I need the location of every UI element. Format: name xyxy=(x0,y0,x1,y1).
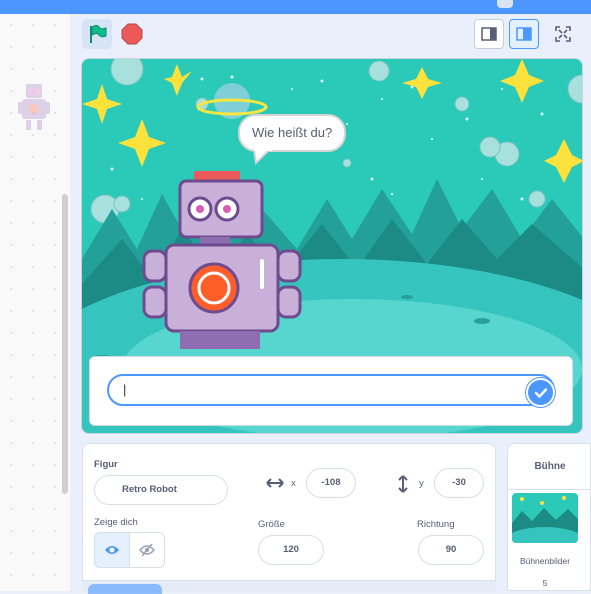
ask-answer-input[interactable]: | xyxy=(107,374,555,406)
y-position-input[interactable]: -30 xyxy=(434,468,484,498)
green-flag-icon xyxy=(90,25,107,43)
backdrops-count: 5 xyxy=(542,578,548,588)
speech-bubble: Wie heißt du? xyxy=(238,114,347,152)
stop-button[interactable] xyxy=(117,19,147,49)
eye-hidden-icon xyxy=(139,543,155,557)
menu-bar xyxy=(0,0,591,14)
stage-selector-panel[interactable]: Bühne Bühnenbilder 5 xyxy=(507,443,591,591)
backdrop-thumbnail[interactable] xyxy=(512,493,578,543)
x-position-input[interactable]: -108 xyxy=(306,468,356,498)
account-icon[interactable] xyxy=(497,0,513,8)
show-label: Zeige dich xyxy=(94,517,138,528)
size-label: Größe xyxy=(258,519,285,530)
size-input[interactable]: 120 xyxy=(258,535,324,565)
code-area[interactable] xyxy=(0,14,71,591)
normal-stage-button[interactable] xyxy=(509,19,539,49)
normal-stage-icon xyxy=(516,27,532,41)
submit-answer-button[interactable] xyxy=(526,378,555,407)
sprite-name-input[interactable]: Retro Robot xyxy=(94,475,228,505)
x-arrows-icon xyxy=(266,478,284,488)
eye-icon xyxy=(105,546,119,554)
x-label: x xyxy=(291,478,296,489)
speech-bubble-tail xyxy=(252,149,272,165)
small-stage-icon xyxy=(481,27,497,41)
divider xyxy=(70,14,80,591)
stop-icon xyxy=(121,23,143,45)
direction-input[interactable]: 90 xyxy=(418,535,484,565)
check-icon xyxy=(534,387,547,398)
selected-sprite-tab[interactable] xyxy=(88,584,162,594)
green-flag-button[interactable] xyxy=(82,19,112,49)
stage-panel-title: Bühne xyxy=(508,444,591,490)
show-sprite-button[interactable] xyxy=(94,532,130,568)
y-label: y xyxy=(419,478,424,489)
sprite-info-panel xyxy=(82,443,496,591)
direction-label: Richtung xyxy=(417,519,455,530)
sprite-label: Figur xyxy=(94,459,118,470)
code-scrollbar[interactable] xyxy=(62,194,68,494)
hide-sprite-button[interactable] xyxy=(129,532,165,568)
sprite-list xyxy=(82,580,496,594)
sprite-thumbnail-icon xyxy=(18,84,50,137)
fullscreen-icon xyxy=(555,26,571,42)
backdrops-label: Bühnenbilder xyxy=(519,556,571,566)
backdrop-thumbnail-image xyxy=(512,493,578,543)
small-stage-button[interactable] xyxy=(474,19,504,49)
y-arrows-icon xyxy=(398,475,408,493)
fullscreen-button[interactable] xyxy=(548,19,578,49)
